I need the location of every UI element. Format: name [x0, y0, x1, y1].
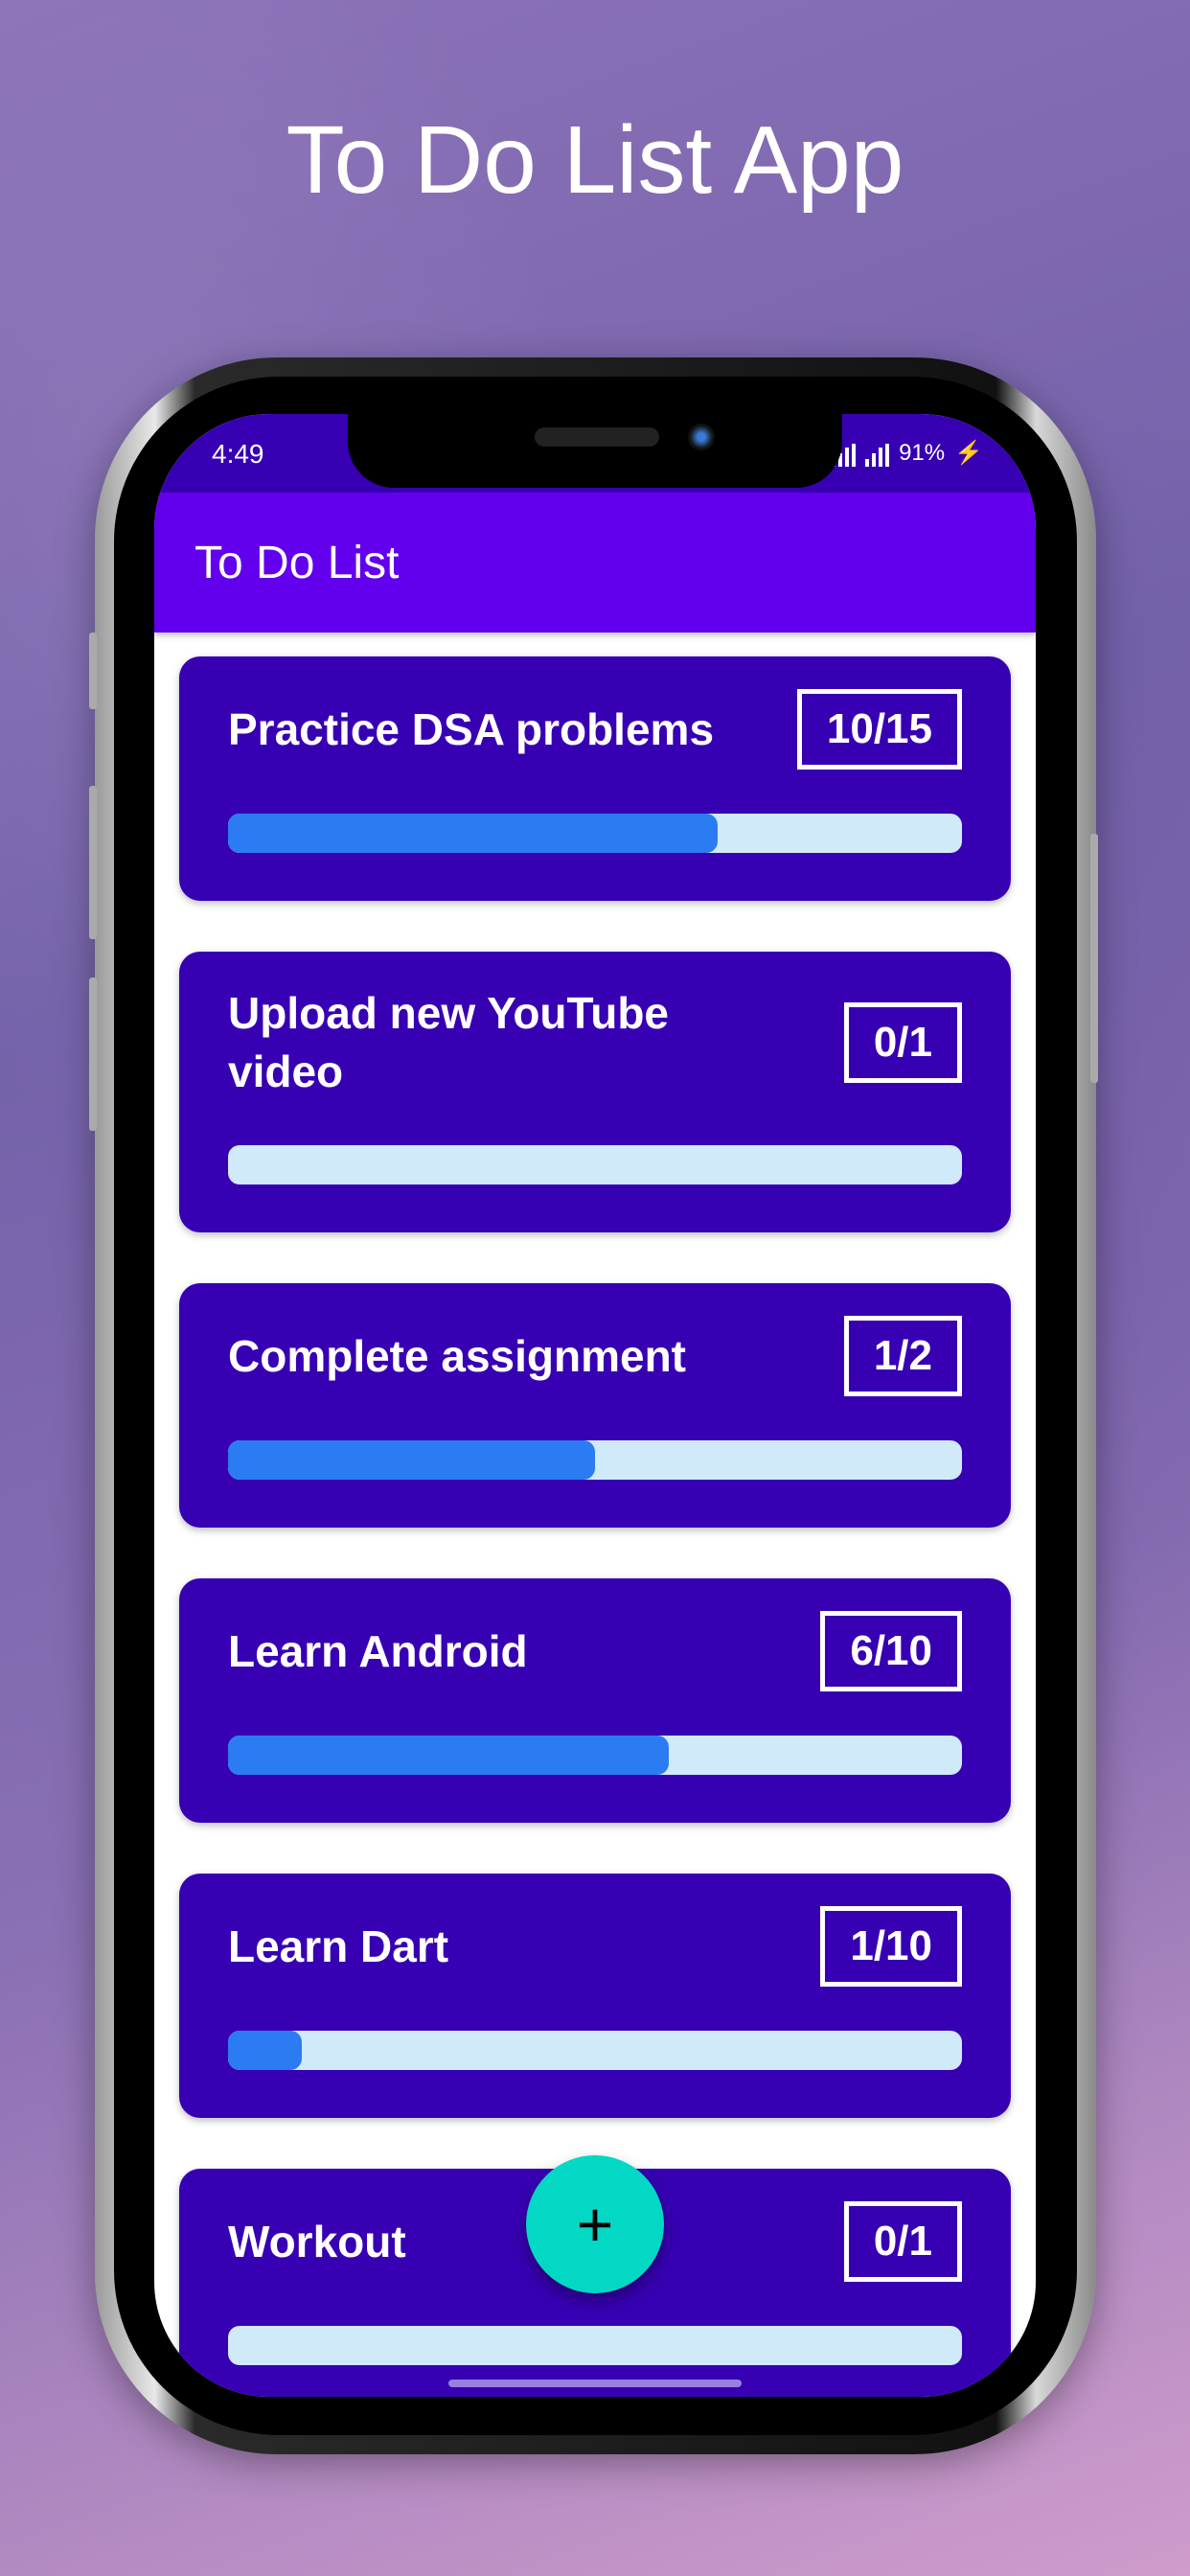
- task-title: Learn Android: [228, 1625, 528, 1676]
- progress-bar: [228, 2031, 962, 2070]
- front-camera: [688, 424, 715, 450]
- progress-fill: [228, 814, 718, 853]
- task-count-badge: 0/1: [843, 2201, 962, 2282]
- mute-switch: [89, 632, 97, 709]
- phone-screen: 4:49 91% ⚡ To Do List Practice DSA probl…: [154, 414, 1036, 2397]
- power-button: [1090, 834, 1098, 1083]
- progress-fill: [228, 1736, 669, 1775]
- progress-bar: [228, 814, 962, 853]
- task-count-badge: 1/2: [843, 1316, 962, 1396]
- task-count-badge: 10/15: [796, 689, 962, 770]
- progress-fill: [228, 1440, 595, 1480]
- progress-bar: [228, 1145, 962, 1184]
- progress-bar: [228, 1736, 962, 1775]
- progress-bar: [228, 2326, 962, 2365]
- app-title: To Do List: [195, 538, 400, 588]
- task-card[interactable]: Complete assignment 1/2: [179, 1283, 1011, 1528]
- signal-icon: [865, 444, 890, 467]
- battery-percent: 91%: [899, 440, 946, 466]
- volume-down-button: [89, 978, 97, 1131]
- home-indicator[interactable]: [448, 2380, 742, 2387]
- task-title: Workout: [228, 2216, 406, 2266]
- task-card[interactable]: Learn Android 6/10: [179, 1578, 1011, 1823]
- task-card[interactable]: Practice DSA problems 10/15: [179, 656, 1011, 901]
- task-title: Practice DSA problems: [228, 703, 715, 754]
- task-title: Learn Dart: [228, 1920, 449, 1971]
- volume-up-button: [89, 786, 97, 939]
- task-title: Complete assignment: [228, 1330, 686, 1381]
- progress-bar: [228, 1440, 962, 1480]
- app-bar: To Do List: [154, 493, 1036, 632]
- plus-icon: +: [576, 2189, 614, 2260]
- progress-fill: [228, 2031, 302, 2070]
- promo-title: To Do List App: [286, 106, 904, 214]
- task-card[interactable]: Learn Dart 1/10: [179, 1874, 1011, 2118]
- status-time: 4:49: [212, 439, 264, 469]
- charging-bolt-icon: ⚡: [954, 440, 983, 466]
- add-task-button[interactable]: +: [526, 2155, 664, 2293]
- task-title: Upload new YouTube video: [228, 988, 669, 1096]
- task-count-badge: 6/10: [820, 1611, 962, 1691]
- notch: [348, 414, 842, 488]
- task-list: Practice DSA problems 10/15 Upload new Yo…: [179, 656, 1011, 2397]
- task-count-badge: 0/1: [843, 1002, 962, 1083]
- task-count-badge: 1/10: [820, 1906, 962, 1987]
- task-card[interactable]: Upload new YouTube video 0/1: [179, 952, 1011, 1232]
- speaker-grille: [535, 427, 659, 447]
